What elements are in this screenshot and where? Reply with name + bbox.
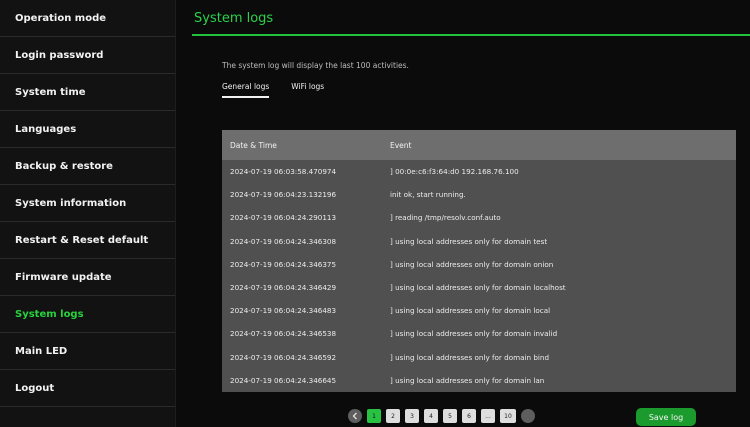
page-button-3[interactable]: 3 — [405, 409, 419, 423]
cell-date: 2024-07-19 06:04:24.346645 — [230, 375, 337, 385]
cell-event: ] using local addresses only for domain … — [390, 375, 545, 385]
cell-date: 2024-07-19 06:04:24.346429 — [230, 283, 337, 293]
table-row: 2024-07-19 06:04:24.346645 ] using local … — [222, 369, 736, 392]
sidebar-item-languages[interactable]: Languages — [0, 111, 175, 148]
sidebar-item-system-information[interactable]: System information — [0, 185, 175, 222]
cell-event: ] using local addresses only for domain … — [390, 352, 550, 362]
sidebar-item-firmware-update[interactable]: Firmware update — [0, 259, 175, 296]
sidebar-item-label: System logs — [15, 308, 84, 320]
cell-date: 2024-07-19 06:04:24.346538 — [230, 329, 337, 339]
page-title: System logs — [194, 11, 274, 26]
cell-event: init ok, start running. — [390, 190, 466, 200]
sidebar-item-logout[interactable]: Logout — [0, 370, 175, 407]
table-row: 2024-07-19 06:04:24.346429 ] using local … — [222, 276, 736, 299]
sidebar-item-operation-mode[interactable]: Operation mode — [0, 0, 175, 37]
pagination: 1 2 3 4 5 6 ... 10 — [348, 409, 535, 423]
title-divider — [192, 34, 750, 36]
cell-event: ] using local addresses only for domain … — [390, 329, 558, 339]
cell-date: 2024-07-19 06:04:24.290113 — [230, 213, 337, 223]
sidebar-item-label: Restart & Reset default — [15, 234, 149, 246]
log-table: Date & Time Event 2024-07-19 06:03:58.47… — [222, 130, 736, 392]
main-content: System logs The system log will display … — [176, 0, 750, 427]
cell-date: 2024-07-19 06:04:24.346375 — [230, 259, 337, 269]
sidebar-item-main-led[interactable]: Main LED — [0, 333, 175, 370]
chevron-left-icon[interactable] — [348, 409, 362, 423]
app-root: Operation mode Login password System tim… — [0, 0, 750, 427]
sidebar-item-label: Main LED — [15, 345, 68, 357]
sidebar-item-label: Login password — [15, 49, 104, 61]
sidebar-item-login-password[interactable]: Login password — [0, 37, 175, 74]
table-row: 2024-07-19 06:04:23.132196 init ok, start… — [222, 183, 736, 206]
cell-date: 2024-07-19 06:04:24.346308 — [230, 236, 337, 246]
sidebar-item-label: System time — [15, 86, 86, 98]
tab-wifi-logs[interactable]: WiFi logs — [291, 82, 324, 98]
sidebar-item-restart-reset[interactable]: Restart & Reset default — [0, 222, 175, 259]
page-button-1[interactable]: 1 — [367, 409, 381, 423]
sidebar-item-label: Backup & restore — [15, 160, 113, 172]
column-header-event: Event — [390, 140, 412, 150]
column-header-date: Date & Time — [230, 140, 277, 150]
page-ellipsis: ... — [481, 409, 495, 423]
cell-date: 2024-07-19 06:04:24.346483 — [230, 306, 337, 316]
table-row: 2024-07-19 06:04:24.346538 ] using local … — [222, 322, 736, 345]
cell-event: ] 00:0e:c6:f3:64:d0 192.168.76.100 — [390, 167, 519, 177]
tab-general-logs[interactable]: General logs — [222, 82, 270, 98]
cell-date: 2024-07-19 06:03:58.470974 — [230, 167, 337, 177]
sidebar-item-system-time[interactable]: System time — [0, 74, 175, 111]
page-button-5[interactable]: 5 — [443, 409, 457, 423]
log-tabs: General logs WiFi logs — [222, 82, 324, 98]
table-row: 2024-07-19 06:04:24.346308 ] using local … — [222, 230, 736, 253]
table-row: 2024-07-19 06:04:24.346375 ] using local … — [222, 253, 736, 276]
cell-date: 2024-07-19 06:04:24.346592 — [230, 352, 337, 362]
cell-event: ] using local addresses only for domain … — [390, 236, 548, 246]
cell-event: ] using local addresses only for domain … — [390, 259, 554, 269]
sidebar-item-label: Languages — [15, 123, 77, 135]
page-button-4[interactable]: 4 — [424, 409, 438, 423]
page-description: The system log will display the last 100… — [222, 61, 409, 70]
table-row: 2024-07-19 06:04:24.290113 ] reading /tmp… — [222, 206, 736, 229]
sidebar-item-label: Firmware update — [15, 271, 112, 283]
sidebar-item-backup-restore[interactable]: Backup & restore — [0, 148, 175, 185]
chevron-right-icon[interactable] — [521, 409, 535, 423]
table-row: 2024-07-19 06:04:24.346483 ] using local … — [222, 299, 736, 322]
page-button-6[interactable]: 6 — [462, 409, 476, 423]
sidebar-item-label: System information — [15, 197, 127, 209]
page-button-10[interactable]: 10 — [500, 409, 516, 423]
table-row: 2024-07-19 06:03:58.470974 ] 00:0e:c6:f3:… — [222, 160, 736, 183]
page-button-2[interactable]: 2 — [386, 409, 400, 423]
table-row: 2024-07-19 06:04:24.346592 ] using local … — [222, 346, 736, 369]
cell-event: ] using local addresses only for domain … — [390, 283, 566, 293]
sidebar-item-system-logs[interactable]: System logs — [0, 296, 175, 333]
cell-date: 2024-07-19 06:04:23.132196 — [230, 190, 337, 200]
sidebar-item-label: Operation mode — [15, 12, 107, 24]
table-header: Date & Time Event — [222, 130, 736, 160]
cell-event: ] using local addresses only for domain … — [390, 306, 551, 316]
sidebar: Operation mode Login password System tim… — [0, 0, 176, 427]
sidebar-item-label: Logout — [15, 382, 55, 394]
save-log-button[interactable]: Save log — [636, 408, 696, 426]
cell-event: ] reading /tmp/resolv.conf.auto — [390, 213, 501, 223]
